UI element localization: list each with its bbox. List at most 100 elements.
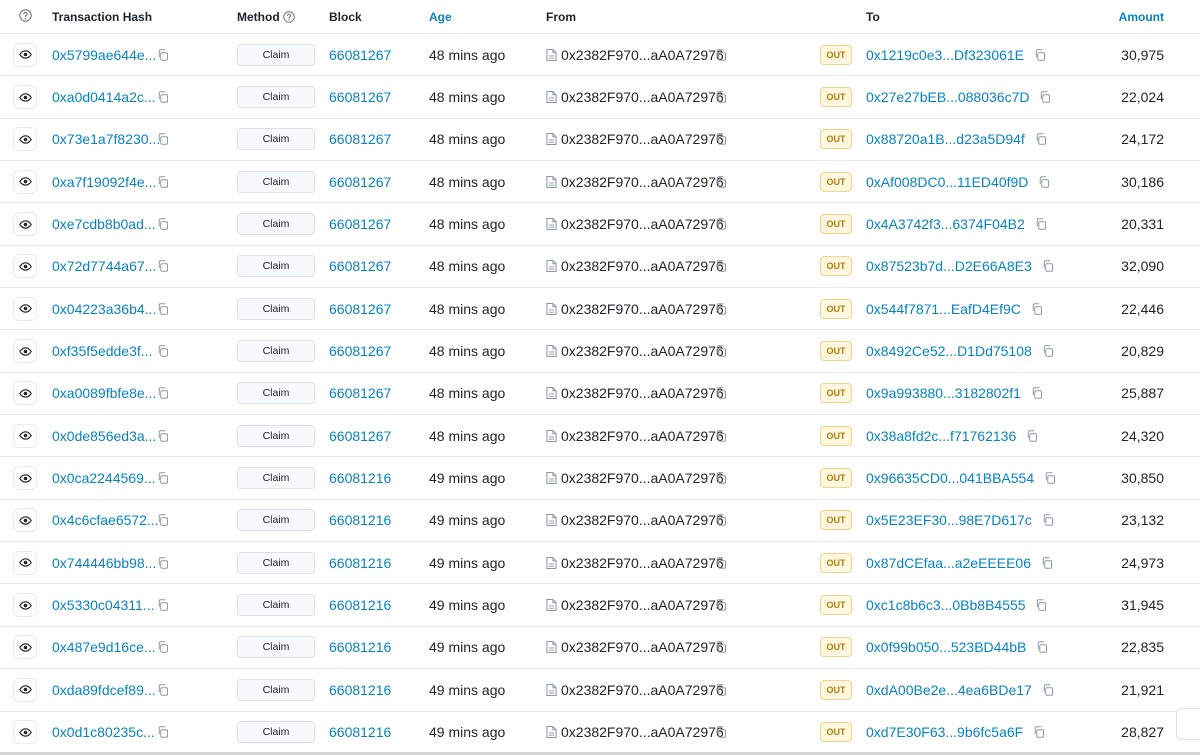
- block-link[interactable]: 66081267: [329, 385, 391, 401]
- copy-icon[interactable]: [715, 302, 727, 315]
- block-link[interactable]: 66081216: [329, 639, 391, 655]
- transaction-hash-link[interactable]: 0xe7cdb8b0ad...: [52, 216, 156, 232]
- transaction-hash-link[interactable]: 0xa0d0414a2c...: [52, 89, 156, 105]
- transaction-hash-link[interactable]: 0xa0089fbfe8e...: [52, 385, 156, 401]
- block-link[interactable]: 66081216: [329, 512, 391, 528]
- copy-icon[interactable]: [157, 557, 169, 569]
- copy-icon[interactable]: [157, 218, 169, 230]
- copy-icon[interactable]: [1038, 175, 1050, 188]
- copy-icon[interactable]: [157, 430, 169, 442]
- copy-icon[interactable]: [157, 472, 169, 484]
- block-link[interactable]: 66081267: [329, 428, 391, 444]
- to-address-link[interactable]: 0xdA00Be2e...4ea6BDe17: [866, 682, 1054, 698]
- block-link[interactable]: 66081267: [329, 131, 391, 147]
- copy-icon[interactable]: [157, 260, 169, 273]
- transaction-hash-link[interactable]: 0x0de856ed3a...: [52, 428, 156, 444]
- to-address-link[interactable]: 0x87dCEfaa...a2eEEEE06: [866, 555, 1053, 571]
- method-info-icon[interactable]: [283, 11, 295, 23]
- to-address-link[interactable]: 0xd7E30F63...9b6fc5a6F: [866, 724, 1045, 740]
- to-address-link[interactable]: 0x96635CD0...041BBA554: [866, 470, 1056, 486]
- copy-icon[interactable]: [715, 726, 727, 738]
- block-link[interactable]: 66081267: [329, 258, 391, 274]
- eye-icon[interactable]: [13, 466, 37, 491]
- copy-icon[interactable]: [715, 430, 727, 442]
- copy-icon[interactable]: [157, 641, 169, 654]
- eye-icon[interactable]: [13, 339, 37, 364]
- copy-icon[interactable]: [1035, 599, 1047, 611]
- copy-icon[interactable]: [715, 472, 727, 484]
- eye-icon[interactable]: [13, 127, 37, 152]
- to-address-link[interactable]: 0xc1c8b6c3...0Bb8B4555: [866, 597, 1047, 613]
- to-address-link[interactable]: 0x4A3742f3...6374F04B2: [866, 216, 1047, 232]
- copy-icon[interactable]: [1031, 387, 1043, 400]
- copy-icon[interactable]: [157, 302, 169, 315]
- eye-icon[interactable]: [13, 677, 37, 702]
- eye-icon[interactable]: [13, 296, 37, 321]
- transaction-hash-link[interactable]: 0x0d1c80235c...: [52, 724, 155, 740]
- block-link[interactable]: 66081267: [329, 47, 391, 63]
- copy-icon[interactable]: [1034, 48, 1046, 61]
- copy-icon[interactable]: [157, 514, 169, 527]
- block-link[interactable]: 66081216: [329, 470, 391, 486]
- to-address-link[interactable]: 0x27e27bEB...088036c7D: [866, 89, 1051, 105]
- to-address-link[interactable]: 0x0f99b050...523BD44bB: [866, 639, 1048, 655]
- copy-icon[interactable]: [715, 345, 727, 357]
- to-address-link[interactable]: 0x8492Ce52...D1Dd75108: [866, 343, 1054, 359]
- copy-icon[interactable]: [157, 48, 169, 61]
- copy-icon[interactable]: [1041, 557, 1053, 569]
- question-circle-icon[interactable]: [19, 9, 32, 22]
- to-address-link[interactable]: 0x88720a1B...d23a5D94f: [866, 131, 1047, 147]
- copy-icon[interactable]: [1042, 684, 1054, 696]
- to-address-link[interactable]: 0x9a993880...3182802f1: [866, 385, 1043, 401]
- block-link[interactable]: 66081267: [329, 174, 391, 190]
- transaction-hash-link[interactable]: 0xa7f19092f4e...: [52, 174, 156, 190]
- copy-icon[interactable]: [1033, 726, 1045, 738]
- eye-icon[interactable]: [13, 550, 37, 575]
- copy-icon[interactable]: [157, 387, 169, 400]
- to-address-link[interactable]: 0x544f7871...EafD4Ef9C: [866, 301, 1043, 317]
- block-link[interactable]: 66081216: [329, 597, 391, 613]
- copy-icon[interactable]: [1042, 260, 1054, 273]
- copy-icon[interactable]: [715, 260, 727, 273]
- eye-icon[interactable]: [13, 254, 37, 279]
- copy-icon[interactable]: [1035, 133, 1047, 146]
- transaction-hash-link[interactable]: 0x0ca2244569...: [52, 470, 156, 486]
- copy-icon[interactable]: [1042, 514, 1054, 527]
- copy-icon[interactable]: [157, 726, 169, 738]
- transaction-hash-link[interactable]: 0x04223a36b4...: [52, 301, 156, 317]
- eye-icon[interactable]: [13, 85, 37, 110]
- block-link[interactable]: 66081267: [329, 89, 391, 105]
- block-link[interactable]: 66081216: [329, 682, 391, 698]
- copy-icon[interactable]: [1031, 302, 1043, 315]
- block-link[interactable]: 66081267: [329, 301, 391, 317]
- to-address-link[interactable]: 0x38a8fd2c...f71762136: [866, 428, 1038, 444]
- transaction-hash-link[interactable]: 0xda89fdcef89...: [52, 682, 156, 698]
- copy-icon[interactable]: [715, 599, 727, 611]
- copy-icon[interactable]: [715, 175, 727, 188]
- copy-icon[interactable]: [715, 218, 727, 230]
- copy-icon[interactable]: [1036, 641, 1048, 654]
- eye-icon[interactable]: [13, 720, 37, 745]
- copy-icon[interactable]: [1044, 472, 1056, 484]
- copy-icon[interactable]: [157, 345, 169, 357]
- eye-icon[interactable]: [13, 593, 37, 618]
- block-link[interactable]: 66081267: [329, 343, 391, 359]
- copy-icon[interactable]: [715, 387, 727, 400]
- copy-icon[interactable]: [1039, 91, 1051, 103]
- copy-icon[interactable]: [715, 641, 727, 654]
- eye-icon[interactable]: [13, 42, 37, 67]
- copy-icon[interactable]: [715, 557, 727, 569]
- transaction-hash-link[interactable]: 0x744446bb98...: [52, 555, 156, 571]
- transaction-hash-link[interactable]: 0xf35f5edde3f...: [52, 343, 152, 359]
- eye-icon[interactable]: [13, 381, 37, 406]
- transaction-hash-link[interactable]: 0x5330c04311...: [52, 597, 155, 613]
- block-link[interactable]: 66081267: [329, 216, 391, 232]
- copy-icon[interactable]: [157, 684, 169, 696]
- eye-icon[interactable]: [13, 423, 37, 448]
- copy-icon[interactable]: [1035, 218, 1047, 230]
- eye-icon[interactable]: [13, 169, 37, 194]
- copy-icon[interactable]: [715, 48, 727, 61]
- transaction-hash-link[interactable]: 0x5799ae644e...: [52, 47, 156, 63]
- eye-icon[interactable]: [13, 212, 37, 237]
- copy-icon[interactable]: [157, 175, 169, 188]
